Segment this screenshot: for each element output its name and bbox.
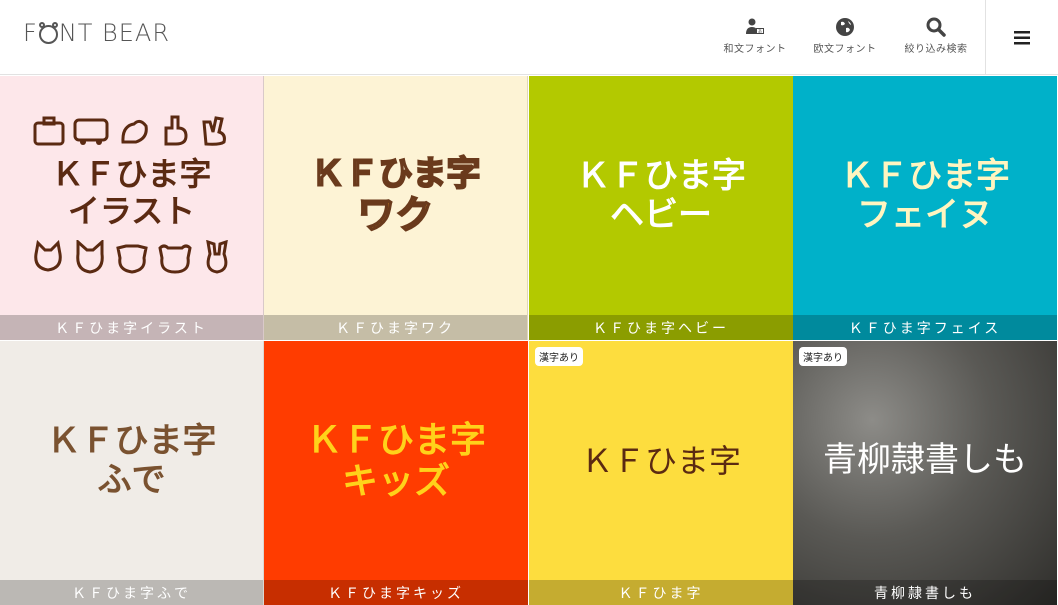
font-card[interactable]: ＫＦひま字 ワク ＫＦひま字ワク	[264, 76, 528, 340]
suitcase-icon	[33, 116, 64, 146]
fox-icon	[75, 239, 104, 274]
font-preview-line2: ふで	[97, 460, 166, 500]
font-preview-line1: ＫＦひま字	[580, 441, 741, 480]
site-header: F NT BEAR あ 和文フォント 欧文フォント 絞り込み検索	[0, 0, 1058, 75]
font-card[interactable]: ＫＦひま字 キッズ ＫＦひま字キッズ	[264, 341, 528, 605]
font-preview-line1: ＫＦひま字	[51, 155, 212, 194]
menu-button[interactable]	[985, 0, 1058, 75]
font-grid: ＫＦひま字 イラスト ＫＦひま字イラスト ＫＦひま字 ワク ＫＦひま字ワク ＫＦ…	[0, 76, 1058, 605]
font-name: ＫＦひま字フェイス	[793, 315, 1057, 340]
font-preview-line2: ワク	[356, 192, 434, 237]
font-preview-line1: ＫＦひま字	[310, 153, 482, 194]
font-preview-line1: ＫＦひま字	[576, 155, 746, 196]
font-preview: ＫＦひま字 ふで	[0, 341, 263, 581]
nav-label: 絞り込み検索	[904, 44, 968, 55]
globe-icon	[836, 18, 854, 36]
logo-text-rest: NT BEAR	[58, 19, 171, 47]
rabbit-icon	[205, 239, 228, 274]
font-name: ＫＦひま字	[529, 580, 793, 605]
bear-face-icon	[38, 21, 58, 44]
font-name: ＫＦひま字イラスト	[0, 315, 263, 340]
font-preview-line2: フェイヌ	[857, 195, 993, 235]
font-card[interactable]: ＫＦひま字 ふで ＫＦひま字ふで	[0, 341, 264, 605]
truck-icon	[73, 118, 108, 146]
font-preview: ＫＦひま字 フェイヌ	[793, 76, 1057, 316]
search-icon	[926, 17, 946, 37]
font-card[interactable]: ＫＦひま字 ヘビー ＫＦひま字ヘビー	[529, 76, 793, 340]
peace-hand-icon	[201, 116, 226, 146]
pointing-hand-icon	[164, 115, 188, 146]
nav-label: 和文フォント	[723, 44, 787, 55]
cow-icon	[157, 244, 192, 274]
font-card[interactable]: ＫＦひま字 フェイヌ ＫＦひま字フェイス	[793, 76, 1057, 340]
illustration-row-bottom	[30, 239, 234, 278]
dog-icon	[115, 244, 148, 274]
hand-icon	[120, 120, 148, 144]
font-preview-line2: キッズ	[341, 461, 450, 502]
font-card[interactable]: 漢字あり ＫＦひま字 ＫＦひま字	[529, 341, 793, 605]
font-name: 青柳隷書しも	[793, 580, 1057, 605]
font-preview: ＫＦひま字 ヘビー	[529, 76, 793, 316]
site-logo[interactable]: F NT BEAR	[23, 19, 170, 47]
person-book-icon: あ	[746, 18, 764, 34]
font-name: ＫＦひま字ヘビー	[529, 315, 793, 340]
font-preview: ＫＦひま字	[529, 341, 793, 581]
nav-label: 欧文フォント	[813, 44, 877, 55]
font-name: ＫＦひま字ふで	[0, 580, 263, 605]
font-preview-line1: ＫＦひま字	[305, 419, 486, 461]
font-name: ＫＦひま字ワク	[264, 315, 527, 340]
font-preview: ＫＦひま字 キッズ	[264, 341, 528, 581]
font-preview-line2: イラスト	[67, 192, 196, 230]
svg-text:あ: あ	[758, 29, 762, 34]
font-preview-line1: ＫＦひま字	[46, 420, 217, 461]
font-card[interactable]: 漢字あり 青柳隷書しも 青柳隷書しも	[793, 341, 1057, 605]
hamburger-menu-icon	[1014, 30, 1030, 44]
font-preview-line1: ＫＦひま字	[840, 155, 1010, 196]
illustration-row-top	[32, 114, 232, 148]
font-preview: ＫＦひま字 イラスト	[0, 76, 263, 316]
font-preview-line2: ヘビー	[610, 195, 712, 235]
logo-text-f: F	[23, 19, 38, 47]
nav-western-fonts[interactable]: 欧文フォント	[805, 17, 885, 55]
font-preview: ＫＦひま字 ワク	[264, 76, 527, 316]
font-preview-line1: 青柳隷書しも	[823, 440, 1027, 481]
font-name: ＫＦひま字キッズ	[264, 580, 528, 605]
font-preview: 青柳隷書しも	[793, 341, 1057, 581]
font-card[interactable]: ＫＦひま字 イラスト ＫＦひま字イラスト	[0, 76, 264, 340]
cat-icon	[33, 239, 62, 272]
nav-filter-search[interactable]: 絞り込み検索	[896, 17, 976, 55]
nav-japanese-fonts[interactable]: あ 和文フォント	[715, 17, 795, 55]
